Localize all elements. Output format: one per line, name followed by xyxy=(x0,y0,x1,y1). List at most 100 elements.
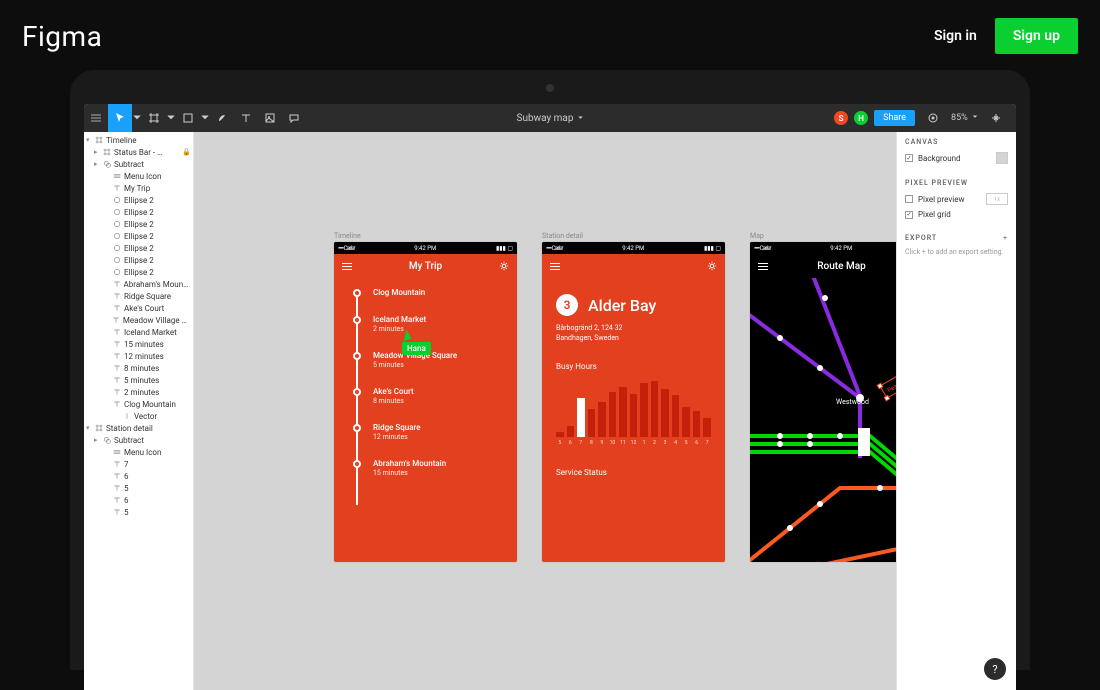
pixel-preview-select[interactable]: 1x xyxy=(986,193,1008,205)
chart-hour-label: 3 xyxy=(661,440,669,446)
text-tool[interactable] xyxy=(234,104,258,132)
chart-bar xyxy=(672,395,680,436)
trip-stop: Meadow Village Square5 minutes xyxy=(348,351,503,369)
menu-icon xyxy=(758,263,768,270)
layer-row[interactable]: ▾Station detail xyxy=(84,422,193,434)
document-title-text: Subway map xyxy=(517,113,574,124)
layer-row[interactable]: ▾Timeline xyxy=(84,134,193,146)
text-icon xyxy=(113,340,121,348)
layer-label: 15 minutes xyxy=(124,340,164,349)
route-map-svg: Pears Home Square xyxy=(750,278,896,562)
station-number-badge: 3 xyxy=(556,294,578,316)
view-options-icon[interactable] xyxy=(984,104,1008,132)
layer-row[interactable]: ▸Subtract xyxy=(84,158,193,170)
background-checkbox[interactable]: ✓ xyxy=(905,154,913,162)
ellipse-icon xyxy=(113,220,121,228)
pixel-grid-checkbox[interactable]: ✓ xyxy=(905,211,913,219)
share-button[interactable]: Share xyxy=(874,110,915,126)
busy-hours-label: Busy Hours xyxy=(542,344,725,377)
signup-button[interactable]: Sign up xyxy=(995,18,1078,54)
zoom-level[interactable]: 85% xyxy=(951,113,978,123)
background-swatch[interactable] xyxy=(996,152,1008,164)
ellipse-icon xyxy=(113,196,121,204)
move-tool[interactable] xyxy=(108,104,132,132)
layer-row[interactable]: ▸Status Bar - …🔒 xyxy=(84,146,193,158)
layer-row[interactable]: 6 xyxy=(84,494,193,506)
layer-row[interactable]: Ridge Square xyxy=(84,290,193,302)
station-label-westwood: Westwood xyxy=(836,398,869,406)
layer-row[interactable]: Ellipse 2 xyxy=(84,230,193,242)
layer-row[interactable]: Ellipse 2 xyxy=(84,254,193,266)
chart-bar xyxy=(577,398,585,437)
help-button[interactable]: ? xyxy=(984,658,1006,680)
layer-row[interactable]: 7 xyxy=(84,458,193,470)
layer-row[interactable]: Ellipse 2 xyxy=(84,206,193,218)
pen-tool[interactable] xyxy=(210,104,234,132)
pixel-preview-checkbox[interactable] xyxy=(905,195,913,203)
text-icon xyxy=(113,496,121,504)
layer-row[interactable]: 5 minutes xyxy=(84,374,193,386)
image-tool[interactable] xyxy=(258,104,282,132)
layer-label: Ellipse 2 xyxy=(124,256,154,265)
properties-panel: CANVAS ✓ Background PIXEL PREVIEW Pixel … xyxy=(896,132,1016,690)
artboard-route-map[interactable]: ••••• Carrier 9:42 PM ▮▮▮ ▢ Route Map xyxy=(750,242,896,562)
layer-row[interactable]: ▸Subtract xyxy=(84,434,193,446)
pixel-grid-label: Pixel grid xyxy=(918,210,951,219)
layer-row[interactable]: My Trip xyxy=(84,182,193,194)
frame-tool-chevron-icon[interactable] xyxy=(166,104,176,132)
add-export-button[interactable]: + xyxy=(1003,234,1008,242)
layer-row[interactable]: Clog Mountain xyxy=(84,398,193,410)
layer-row[interactable]: Meadow Village Square xyxy=(84,314,193,326)
chevron-down-icon xyxy=(577,115,583,121)
ellipse-icon xyxy=(113,244,121,252)
frame-label-station: Station detail xyxy=(542,232,583,240)
chart-bar xyxy=(703,418,711,437)
frame-icon xyxy=(103,148,111,156)
rectangle-tool-chevron-icon[interactable] xyxy=(200,104,210,132)
layer-label: 7 xyxy=(124,460,129,469)
move-tool-chevron-icon[interactable] xyxy=(132,104,142,132)
layer-label: Clog Mountain xyxy=(124,400,176,409)
text-icon xyxy=(113,304,121,312)
present-icon[interactable] xyxy=(921,104,945,132)
text-icon xyxy=(113,184,121,192)
signin-link[interactable]: Sign in xyxy=(934,28,977,44)
figma-logo[interactable]: Figma xyxy=(22,20,102,53)
canvas[interactable]: Timeline Station detail Map ••••• Carrie… xyxy=(194,132,896,690)
layer-label: Ridge Square xyxy=(124,292,171,301)
layer-row[interactable]: 5 xyxy=(84,482,193,494)
layer-row[interactable]: Ellipse 2 xyxy=(84,218,193,230)
layer-row[interactable]: Menu Icon xyxy=(84,446,193,458)
hamburger-menu-icon[interactable] xyxy=(84,104,108,132)
chart-hour-label: 2 xyxy=(651,440,659,446)
layer-row[interactable]: Ellipse 2 xyxy=(84,266,193,278)
canvas-section-title: CANVAS xyxy=(905,138,1008,146)
trip-stop: Ridge Square12 minutes xyxy=(348,423,503,441)
layer-row[interactable]: Ellipse 2 xyxy=(84,194,193,206)
layer-row[interactable]: Ake's Court xyxy=(84,302,193,314)
layer-label: Menu Icon xyxy=(124,172,161,181)
layer-row[interactable]: 2 minutes xyxy=(84,386,193,398)
avatar-h[interactable]: H xyxy=(854,111,868,125)
layer-row[interactable]: Abraham's Mountain xyxy=(84,278,193,290)
layer-row[interactable]: Vector xyxy=(84,410,193,422)
artboard-timeline[interactable]: ••••• Carrier 9:42 PM ▮▮▮ ▢ My Trip Clog… xyxy=(334,242,517,562)
artboard-station-detail[interactable]: ••••• Carrier 9:42 PM ▮▮▮ ▢ 3 Alder Bay xyxy=(542,242,725,562)
frame-tool[interactable] xyxy=(142,104,166,132)
layer-row[interactable]: Iceland Market xyxy=(84,326,193,338)
chart-hour-label: 7 xyxy=(703,440,711,446)
chart-hour-label: 7 xyxy=(577,440,585,446)
avatar-s[interactable]: S xyxy=(834,111,848,125)
comment-tool[interactable] xyxy=(282,104,306,132)
layer-row[interactable]: Ellipse 2 xyxy=(84,242,193,254)
layer-row[interactable]: 12 minutes xyxy=(84,350,193,362)
layer-row[interactable]: 15 minutes xyxy=(84,338,193,350)
layer-row[interactable]: 6 xyxy=(84,470,193,482)
layer-label: 5 xyxy=(124,508,129,517)
layer-row[interactable]: 5 xyxy=(84,506,193,518)
layer-row[interactable]: Menu Icon xyxy=(84,170,193,182)
group-icon xyxy=(113,172,121,180)
layer-row[interactable]: 8 minutes xyxy=(84,362,193,374)
rectangle-tool[interactable] xyxy=(176,104,200,132)
document-title[interactable]: Subway map xyxy=(517,113,584,124)
